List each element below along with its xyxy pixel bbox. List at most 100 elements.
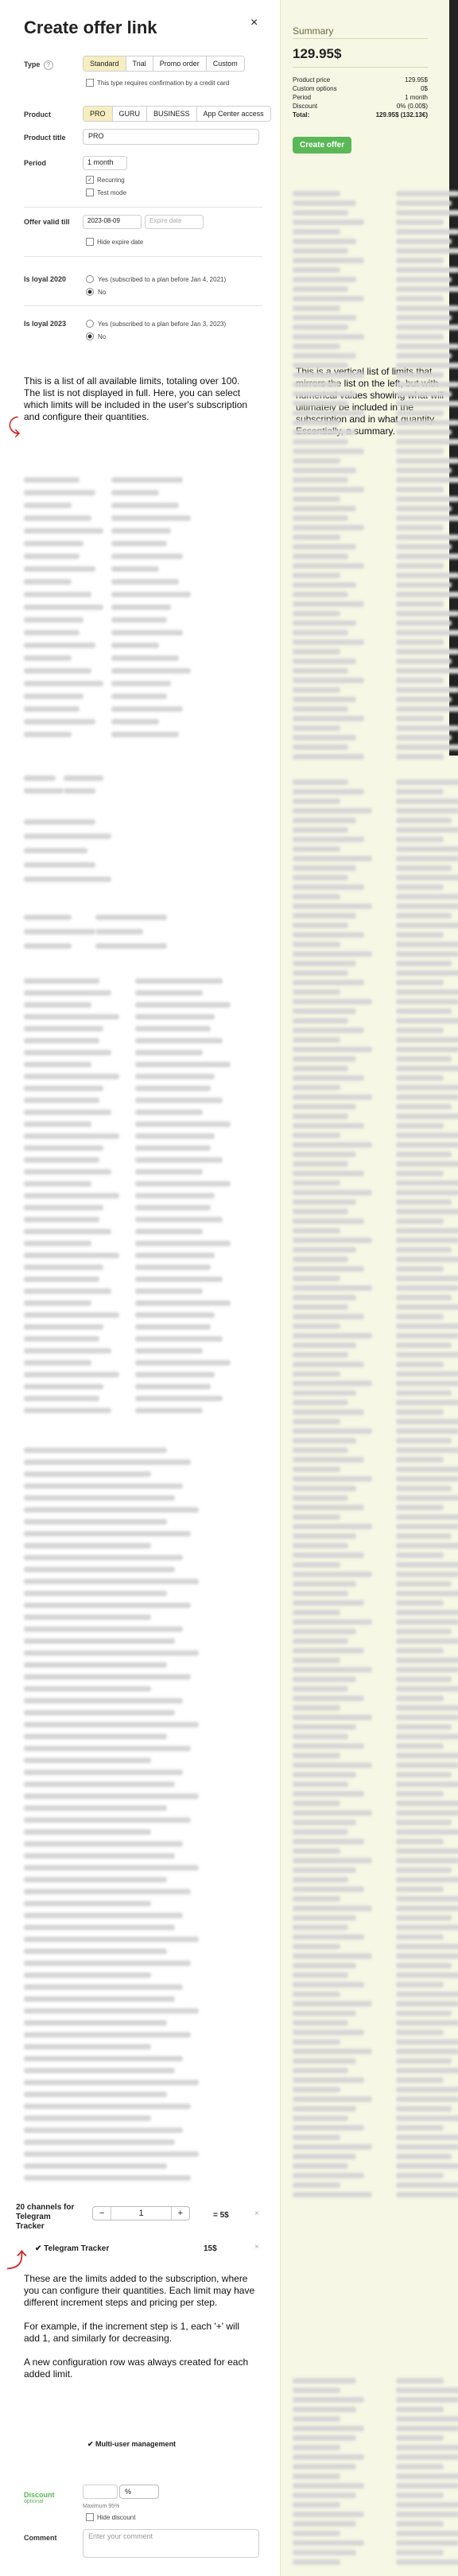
hide-expire-checkbox[interactable]: Hide expire date (86, 238, 143, 246)
blurred-row (293, 1638, 348, 1644)
blurred-row (396, 258, 444, 263)
blurred-row (293, 1915, 356, 1921)
blurred-row (396, 2106, 452, 2112)
remove-icon[interactable]: × (254, 2209, 259, 2218)
type-option-standard[interactable]: Standard (83, 56, 126, 71)
blurred-row (293, 1934, 364, 1940)
confirm-credit-card-checkbox[interactable]: This type requires confirmation by a cre… (86, 79, 229, 87)
blurred-row (293, 487, 364, 492)
blurred-row (396, 2020, 458, 2026)
product-option-app-center[interactable]: App Center access (196, 107, 270, 121)
discount-input[interactable] (83, 2485, 118, 2499)
type-option-trial[interactable]: Trial (126, 56, 153, 71)
discount-unit-select[interactable]: % (119, 2485, 159, 2499)
product-option-pro[interactable]: PRO (83, 107, 113, 121)
quantity-stepper[interactable]: − 1 + (92, 2206, 190, 2220)
loyal-2020-no-radio[interactable]: No (86, 288, 106, 296)
quantity-value[interactable]: 1 (111, 2207, 172, 2220)
blurred-row (396, 837, 444, 842)
telegram-tracker-chip[interactable]: ✔ Telegram Tracker (35, 2244, 109, 2253)
blurred-row (293, 1581, 356, 1587)
blurred-row (396, 2068, 458, 2073)
blurred-row (396, 2173, 444, 2178)
blurred-row (396, 468, 452, 473)
blurred-row (396, 2445, 458, 2450)
type-option-promo[interactable]: Promo order (153, 56, 207, 71)
blurred-row (396, 487, 444, 492)
close-icon[interactable]: × (250, 16, 258, 30)
blurred-row (24, 1734, 167, 1739)
blurred-row (24, 2008, 199, 2014)
divider (293, 67, 428, 68)
blurred-row (396, 1762, 458, 1768)
blurred-row (135, 1145, 211, 1151)
blurred-row (293, 2559, 340, 2565)
checkbox-icon (86, 79, 94, 87)
blurred-row (293, 1810, 372, 1816)
period-select[interactable]: 1 month (83, 156, 127, 170)
summary-row-key: Discount (293, 103, 318, 110)
blurred-row (396, 999, 458, 1004)
blurred-row (396, 2154, 452, 2159)
blurred-row (24, 1229, 111, 1234)
loyal-2023-yes-radio[interactable]: Yes (subscribed to a plan before Jan 3, … (86, 320, 226, 328)
blurred-row (24, 1348, 111, 1354)
blurred-row (293, 1113, 348, 1119)
type-option-custom[interactable]: Custom (206, 56, 244, 71)
blurred-row (24, 1984, 183, 1990)
blurred-row (396, 315, 452, 321)
hide-discount-checkbox[interactable]: Hide discount (86, 2513, 135, 2521)
offer-valid-date-input[interactable]: 2023-08-09 (83, 215, 142, 229)
blurred-row (396, 506, 452, 511)
decrement-button[interactable]: − (93, 2207, 111, 2220)
blurred-row (293, 1886, 364, 1892)
blurred-row (293, 1667, 372, 1673)
blurred-row (293, 296, 364, 301)
remove-icon[interactable]: × (254, 2243, 259, 2252)
loyal-2023-no-radio[interactable]: No (86, 332, 106, 340)
expire-date-input[interactable]: Expire date (145, 215, 204, 229)
blurred-row (293, 1209, 348, 1214)
blurred-row (293, 439, 348, 445)
blurred-row (396, 1237, 458, 1243)
blurred-row (135, 1396, 223, 1401)
blurred-row (293, 875, 348, 880)
blurred-row (24, 1960, 191, 1966)
scrollbar[interactable] (449, 0, 458, 756)
multi-user-chip[interactable]: ✔ Multi-user management (87, 2440, 176, 2449)
blurred-row (24, 1865, 199, 1871)
recurring-label: Recurring (97, 176, 125, 184)
blurred-row (293, 401, 348, 406)
blurred-row (24, 528, 103, 534)
blurred-row (24, 732, 72, 737)
loyal-2020-yes-radio[interactable]: Yes (subscribed to a plan before Jan 4, … (86, 275, 226, 283)
blurred-row (293, 1906, 372, 1911)
increment-button[interactable]: + (172, 2207, 189, 2220)
blurred-row (396, 1209, 458, 1214)
blurred-row (396, 2030, 444, 2035)
blurred-row (293, 2473, 340, 2479)
blurred-row (396, 1677, 452, 1682)
blurred-row (24, 617, 83, 623)
blurred-row (293, 1066, 348, 1071)
blurred-row (396, 754, 444, 760)
blurred-row (95, 915, 167, 920)
blurred-row (396, 1495, 458, 1501)
blurred-row (396, 582, 452, 588)
blurred-row (293, 2154, 356, 2159)
comment-textarea[interactable]: Enter your comment (83, 2529, 259, 2558)
product-title-input[interactable]: PRO (83, 129, 259, 145)
blurred-row (396, 334, 444, 340)
product-option-guru[interactable]: GURU (112, 107, 148, 121)
blurred-row (24, 1336, 99, 1342)
blurred-row (396, 932, 444, 938)
blurred-row (396, 659, 452, 664)
recurring-checkbox[interactable]: ✓ Recurring (86, 176, 125, 184)
product-option-business[interactable]: BUSINESS (147, 107, 197, 121)
create-offer-button[interactable]: Create offer (293, 137, 352, 153)
blurred-row (396, 725, 458, 731)
blurred-row (24, 1324, 103, 1330)
test-mode-checkbox[interactable]: Test mode (86, 188, 126, 196)
blurred-row (293, 639, 364, 645)
summary-row-key: Period (293, 94, 312, 101)
